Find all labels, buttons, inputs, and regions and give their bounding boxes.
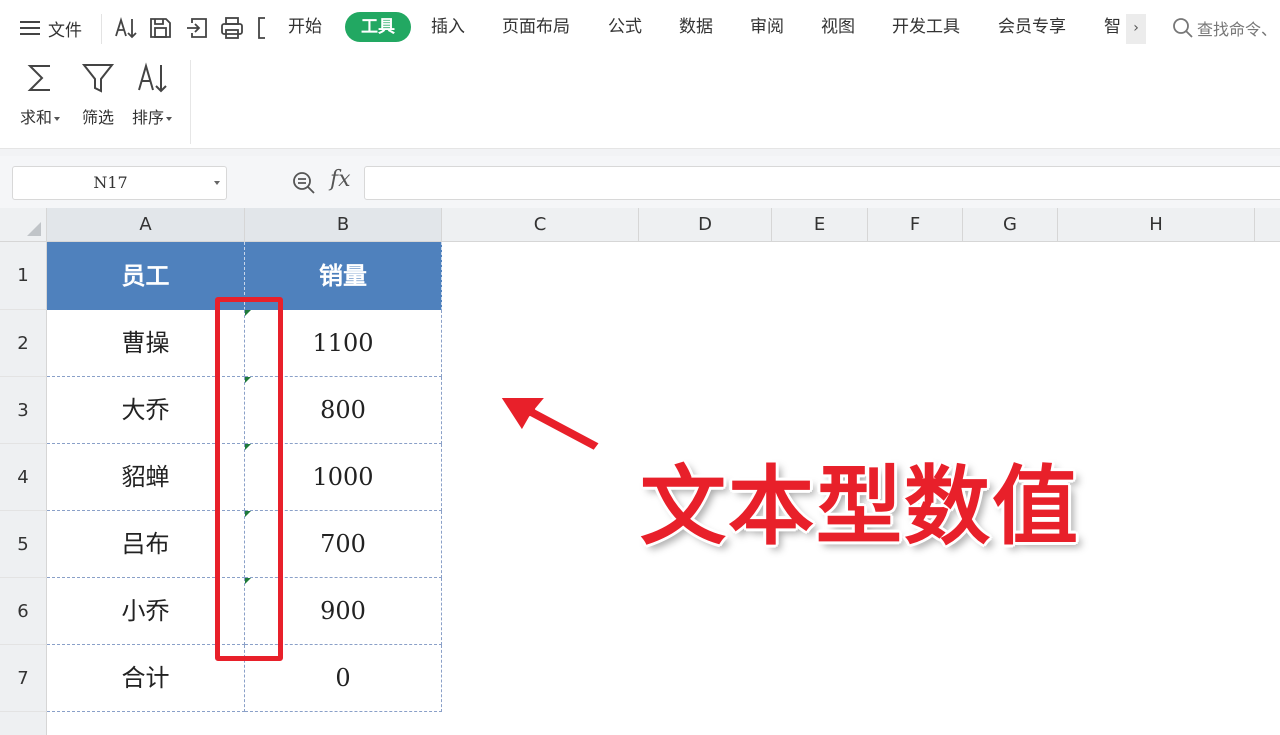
tab-member[interactable]: 会员专享 [998,12,1066,42]
row-header-7[interactable]: 7 [0,645,47,712]
formula-bar: N17 fx [0,156,1280,208]
column-header-h[interactable]: H [1058,208,1255,242]
row-header-6[interactable]: 6 [0,578,47,645]
arrow-icon [499,396,601,452]
tab-review[interactable]: 审阅 [750,12,784,42]
filter-icon [81,64,115,93]
row-header-1[interactable]: 1 [0,242,47,310]
tab-insert[interactable]: 插入 [431,12,465,42]
column-header-i[interactable] [1255,208,1280,242]
name-box[interactable]: N17 [12,166,227,200]
column-header-b[interactable]: B [245,208,442,242]
ribbon-divider [0,148,1280,156]
chevron-down-icon [54,116,60,121]
sort-quick-icon[interactable] [113,14,139,42]
name-box-value: N17 [93,173,128,192]
select-all-corner[interactable] [0,208,47,242]
tab-smart[interactable]: 智 [1104,12,1121,42]
search-icon [1173,18,1193,38]
row-header-8[interactable] [0,712,47,735]
command-search[interactable]: 查找命令、 [1172,14,1277,42]
sum-button[interactable]: 求和 [12,60,68,130]
row-header-2[interactable]: 2 [0,310,47,377]
column-header-c[interactable]: C [442,208,639,242]
sort-button[interactable]: 排序 [124,60,180,130]
sort-label: 排序 [131,108,164,127]
highlight-box [215,297,283,661]
sum-icon [27,65,50,91]
hamburger-icon [20,21,40,35]
sum-label: 求和 [19,108,52,127]
filter-label: 筛选 [81,108,114,127]
tab-developer[interactable]: 开发工具 [892,12,960,42]
tab-page-layout[interactable]: 页面布局 [502,12,570,42]
tab-data[interactable]: 数据 [679,12,713,42]
file-menu-button[interactable]: 文件 [20,15,82,41]
row-header-4[interactable]: 4 [0,444,47,511]
tab-formulas[interactable]: 公式 [608,12,642,42]
formula-input[interactable] [364,166,1280,200]
search-placeholder: 查找命令、 [1197,20,1278,39]
print-icon[interactable] [219,14,245,42]
more-tabs-button[interactable]: › [1126,14,1146,44]
annotation-text: 文本型数值 [640,457,1080,557]
row-header-5[interactable]: 5 [0,511,47,578]
column-header-f[interactable]: F [868,208,963,242]
ribbon-toolbar: 求和 筛选 排序 [0,56,1280,148]
save-icon[interactable] [147,14,173,42]
chevron-down-icon[interactable] [214,181,220,185]
zoom-icon[interactable] [291,170,317,196]
tab-tools[interactable]: 工具 [345,12,411,42]
column-header-d[interactable]: D [639,208,772,242]
print-preview-icon[interactable] [256,14,268,42]
column-header-a[interactable]: A [47,208,245,242]
export-icon[interactable] [184,14,210,42]
fx-icon[interactable]: fx [330,167,351,192]
column-header-e[interactable]: E [772,208,868,242]
row-header-3[interactable]: 3 [0,377,47,444]
tab-view[interactable]: 视图 [821,12,855,42]
divider [190,60,191,144]
chevron-down-icon [166,116,172,121]
file-menu-label: 文件 [48,20,82,41]
tab-home[interactable]: 开始 [288,12,322,42]
column-header-g[interactable]: G [963,208,1058,242]
divider [101,14,102,44]
sort-icon [138,62,167,93]
filter-button[interactable]: 筛选 [70,60,126,130]
menu-bar: 文件 开始 工具 插入 页面布局 公式 数据 审阅 视图 开发工具 会员专享 智… [0,0,1280,56]
